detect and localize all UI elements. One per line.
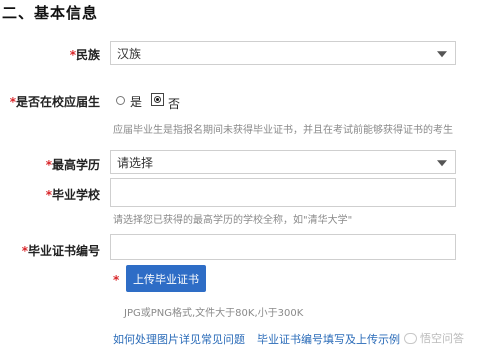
section-title: 二、基本信息 [2,4,99,22]
chevron-down-icon [437,51,447,58]
upload-required-mark: * [113,273,120,287]
example-link[interactable]: 毕业证书编号填写及上传示例 [257,331,400,347]
radio-no-label: 否 [168,97,181,111]
radio-selected-icon [154,96,161,103]
education-label-text: 最高学历 [51,158,100,172]
certificate-number-label: *毕业证书编号 [0,242,100,259]
radio-yes-label: 是 [130,95,143,109]
education-select[interactable]: 请选择 [110,150,456,174]
radio-no[interactable] [151,93,164,106]
watermark: 悟空问答 [404,330,464,346]
certificate-number-input[interactable] [110,234,456,260]
fresh-graduate-label: *是否在校应届生 [0,93,100,110]
ethnicity-label-text: 民族 [75,48,100,62]
certificate-number-label-text: 毕业证书编号 [27,244,100,258]
radio-yes[interactable] [116,96,125,105]
school-input[interactable] [110,178,456,207]
fresh-graduate-label-text: 是否在校应届生 [15,95,100,109]
education-label: *最高学历 [0,156,100,173]
school-label-text: 毕业学校 [51,188,100,202]
school-label: *毕业学校 [0,186,100,203]
watermark-text: 悟空问答 [420,332,464,345]
ethnicity-select-value: 汉族 [117,46,142,61]
education-select-value: 请选择 [117,155,154,170]
faq-link[interactable]: 如何处理图片详见常见问题 [113,331,245,347]
fresh-graduate-hint: 应届毕业生是指报名期间未获得毕业证书，并且在考试前能够获得证书的考生 [113,125,453,136]
ethnicity-label: *民族 [0,46,100,63]
chevron-down-icon [437,160,447,167]
upload-certificate-button[interactable]: 上传毕业证书 [126,265,206,292]
speech-bubble-icon [404,332,417,344]
upload-hint: JPG或PNG格式,文件大于80K,小于300K [124,308,304,319]
school-hint: 请选择您已获得的最高学历的学校全称，如"清华大学" [113,215,353,226]
ethnicity-select[interactable]: 汉族 [110,41,456,65]
